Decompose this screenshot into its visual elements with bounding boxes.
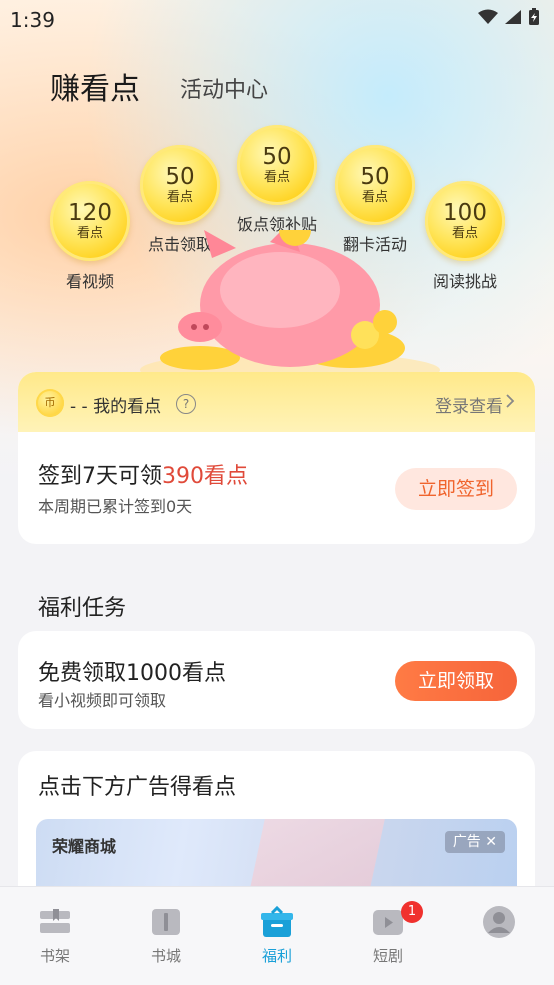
- coin-flip-card[interactable]: 50 看点: [335, 145, 415, 225]
- avatar-icon: [483, 906, 515, 938]
- task-title: 免费领取1000看点: [38, 661, 226, 686]
- status-icons: [478, 8, 540, 26]
- wifi-icon: [478, 9, 498, 24]
- nav-item-bookshelf[interactable]: 书架: [0, 887, 110, 985]
- signal-icon: [505, 10, 521, 24]
- coin-unit: 看点: [76, 226, 103, 241]
- status-bar: 1:39: [0, 0, 554, 38]
- my-points-label: - - 我的看点: [70, 397, 162, 417]
- signin-prefix: 签到7天可领: [38, 464, 162, 489]
- claim-button[interactable]: 立即领取: [395, 661, 517, 701]
- coin-value: 120: [68, 200, 112, 226]
- coin-unit: 看点: [263, 170, 290, 185]
- nav-label: 短剧: [372, 947, 403, 965]
- ad-close-badge[interactable]: 广告 ✕: [444, 831, 505, 853]
- points-card: 币 - - 我的看点 ? 登录查看 签到7天可领390看点 本周期已累计签到0天…: [18, 372, 535, 544]
- signin-progress: 本周期已累计签到0天: [38, 497, 193, 516]
- coin-unit: 看点: [166, 190, 193, 205]
- coin-unit: 看点: [451, 226, 478, 241]
- coin-unit: 看点: [361, 190, 388, 205]
- coin-label: 看视频: [65, 272, 115, 291]
- tab-activity-center[interactable]: 活动中心: [180, 72, 268, 104]
- status-time: 1:39: [10, 8, 55, 32]
- coin-value: 50: [165, 164, 195, 190]
- login-view-link[interactable]: 登录查看: [435, 392, 503, 417]
- signin-button[interactable]: 立即签到: [395, 468, 517, 510]
- coin-icon: 币: [36, 389, 64, 417]
- piggy-bank-icon: [140, 230, 440, 380]
- nav-label: 福利: [261, 947, 292, 965]
- chevron-right-icon: [506, 394, 515, 408]
- nav-label: 书城: [150, 947, 181, 965]
- ad-brand: 荣耀商城: [52, 837, 117, 856]
- signin-title: 签到7天可领390看点: [38, 458, 248, 490]
- gift-icon: [261, 905, 293, 937]
- coin-label: 阅读挑战: [432, 272, 498, 291]
- task-subtitle: 看小视频即可领取: [38, 691, 167, 710]
- bottom-nav: 书架 书城 福利 1 短剧: [0, 886, 554, 985]
- nav-item-short-drama[interactable]: 1 短剧: [333, 887, 443, 985]
- nav-item-profile[interactable]: [444, 887, 554, 985]
- page-title: 赚看点: [50, 72, 140, 107]
- ad-title: 点击下方广告得看点: [38, 775, 237, 800]
- help-icon[interactable]: ?: [176, 394, 196, 414]
- book-icon: [152, 909, 180, 935]
- coin-value: 50: [360, 164, 390, 190]
- play-icon: [373, 910, 403, 935]
- task-card: 免费领取1000看点 看小视频即可领取 立即领取: [18, 631, 535, 729]
- bookshelf-icon: [40, 909, 70, 933]
- nav-item-bookstore[interactable]: 书城: [111, 887, 221, 985]
- coin-meal-subsidy[interactable]: 50 看点: [237, 125, 317, 205]
- coin-value: 50: [262, 144, 292, 170]
- coin-watch-video[interactable]: 120 看点: [50, 181, 130, 261]
- notification-badge: 1: [401, 901, 423, 923]
- nav-item-welfare[interactable]: 福利: [222, 887, 332, 985]
- nav-label: 书架: [39, 947, 70, 965]
- section-title: 福利任务: [38, 596, 127, 621]
- signin-highlight: 390看点: [162, 464, 248, 489]
- coin-value: 100: [443, 200, 487, 226]
- battery-icon: [529, 8, 539, 25]
- coin-click-collect[interactable]: 50 看点: [140, 145, 220, 225]
- points-header: 币 - - 我的看点 ? 登录查看: [18, 372, 535, 432]
